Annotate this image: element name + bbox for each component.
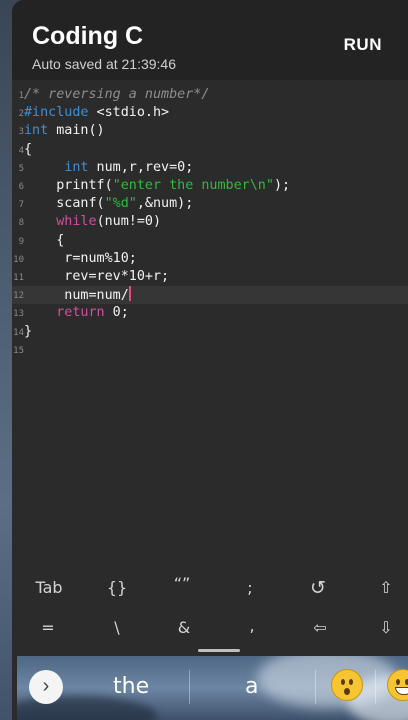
divider	[375, 670, 376, 704]
code-token: main()	[48, 123, 105, 139]
line-number: 13	[13, 309, 24, 320]
semicolon-key[interactable]: ;	[232, 578, 268, 597]
line-number: 2	[18, 109, 24, 120]
code-text: while(num!=0)	[24, 213, 161, 231]
line-number: 15	[13, 345, 24, 356]
code-line[interactable]: 10 r=num%10;	[12, 250, 408, 268]
text-cursor	[128, 286, 131, 302]
line-number: 9	[18, 236, 24, 247]
keyboard-suggestion-strip: › the a	[17, 656, 408, 720]
drag-handle[interactable]	[198, 649, 240, 652]
app-header: Coding C Auto saved at 21:39:46 RUN	[12, 0, 408, 80]
code-token: "%d"	[104, 196, 137, 212]
code-text: rev=rev*10+r;	[24, 268, 169, 286]
code-text: r=num%10;	[24, 250, 137, 268]
code-line[interactable]: 4{	[12, 141, 408, 159]
undo-icon[interactable]: ↺	[300, 577, 336, 599]
code-line[interactable]: 13 return 0;	[12, 304, 408, 322]
code-token: <stdio.h>	[88, 105, 170, 121]
code-token: {	[24, 232, 65, 248]
tab-key[interactable]: Tab	[24, 578, 74, 597]
divider	[189, 670, 190, 704]
line-number: 11	[13, 273, 24, 283]
line-number: 7	[18, 200, 24, 211]
code-token: rev=rev*10+r;	[24, 269, 170, 284]
code-token: /* reversing a number*/	[24, 87, 210, 102]
run-button[interactable]: RUN	[344, 35, 382, 55]
line-number: 14	[13, 327, 24, 338]
code-text: num=num/	[24, 286, 131, 305]
shift-up-icon[interactable]: ⇧	[368, 578, 404, 597]
code-line[interactable]: 8 while(num!=0)	[12, 213, 408, 231]
code-line[interactable]: 11 rev=rev*10+r;	[12, 268, 408, 286]
code-token: {	[24, 141, 33, 157]
code-token: (num!=0)	[96, 214, 162, 230]
code-token: }	[24, 323, 33, 339]
code-line[interactable]: 5 int num,r,rev=0;	[12, 159, 408, 177]
code-text: /* reversing a number*/	[24, 86, 209, 104]
code-text: int num,r,rev=0;	[24, 159, 193, 177]
code-text: printf("enter the number\n");	[24, 177, 290, 195]
code-text: {	[24, 141, 32, 159]
line-number: 4	[18, 145, 24, 156]
code-token: scanf(	[24, 196, 105, 212]
code-token: return	[56, 305, 105, 321]
line-number: 8	[18, 218, 24, 229]
code-token: ,&num);	[136, 196, 194, 212]
code-token: int	[64, 159, 89, 175]
line-number: 1	[18, 91, 24, 101]
suggestion-the[interactable]: the	[113, 674, 149, 699]
comma-key[interactable]: ,	[234, 616, 270, 635]
code-text: {	[24, 232, 64, 250]
divider	[315, 670, 316, 704]
code-editor[interactable]: 1/* reversing a number*/2 #include <stdio…	[12, 82, 408, 562]
code-token: num=num/	[24, 288, 129, 304]
quotes-key[interactable]: “”	[162, 574, 202, 593]
code-line[interactable]: 14}	[12, 323, 408, 341]
code-token: int	[24, 123, 49, 139]
code-text: scanf("%d",&num);	[24, 195, 193, 213]
code-line[interactable]: 3 int main()	[12, 122, 408, 140]
braces-key[interactable]: {}	[97, 578, 137, 597]
code-text: int main()	[24, 122, 105, 140]
ampersand-key[interactable]: &	[166, 618, 202, 637]
chevron-right-icon[interactable]: ›	[29, 670, 63, 704]
line-number: 3	[18, 127, 24, 138]
code-line[interactable]: 9 {	[12, 232, 408, 250]
code-token: "enter the number\n"	[112, 178, 274, 193]
code-line[interactable]: 12 num=num/	[12, 286, 408, 305]
code-line[interactable]: 2 #include <stdio.h>	[12, 104, 408, 122]
code-text: return 0;	[24, 304, 129, 322]
backslash-key[interactable]: \	[99, 618, 135, 637]
line-number: 10	[13, 254, 24, 265]
code-token: 0;	[104, 305, 129, 321]
code-token: num,r,rev=0;	[88, 159, 194, 175]
code-line[interactable]: 6 printf("enter the number\n");	[12, 177, 408, 195]
code-token: #include	[24, 105, 89, 121]
surprised-face-icon[interactable]	[331, 669, 363, 701]
code-text: #include <stdio.h>	[24, 104, 169, 122]
line-number: 5	[18, 163, 24, 174]
line-number: 6	[18, 182, 24, 192]
code-token: printf(	[24, 178, 113, 193]
equals-key[interactable]: =	[30, 618, 66, 637]
arrow-down-icon[interactable]: ⇩	[368, 618, 404, 637]
code-token: r=num%10;	[24, 250, 137, 266]
code-line[interactable]: 15	[12, 341, 408, 359]
code-editor-app: Coding C Auto saved at 21:39:46 RUN 1/* …	[12, 0, 408, 720]
shortcut-bar: Tab {} “” ; ↺ ⇧ = \ & , ⇦ ⇩	[12, 566, 408, 652]
code-line[interactable]: 1/* reversing a number*/	[12, 86, 408, 104]
autosave-status: Auto saved at 21:39:46	[32, 56, 176, 72]
arrow-left-icon[interactable]: ⇦	[302, 618, 338, 637]
file-title: Coding C	[32, 22, 144, 50]
line-number: 12	[13, 291, 24, 302]
code-token: );	[273, 178, 291, 193]
suggestion-a[interactable]: a	[245, 674, 258, 699]
code-token: while	[56, 214, 97, 230]
code-line[interactable]: 7 scanf("%d",&num);	[12, 195, 408, 213]
code-text: }	[24, 323, 32, 341]
